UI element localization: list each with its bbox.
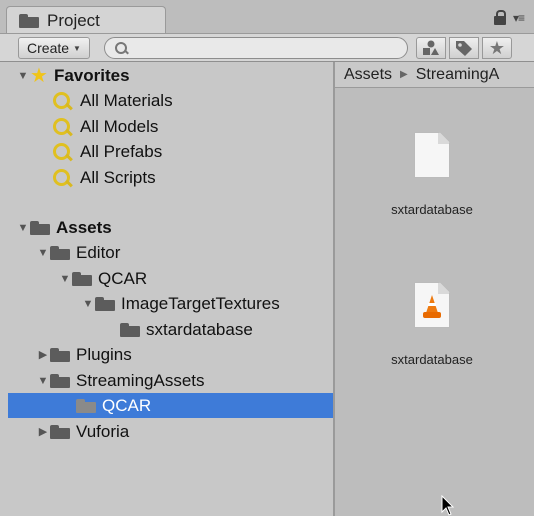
tree-item-label: Editor	[76, 242, 121, 262]
search-input[interactable]	[134, 40, 394, 56]
asset-item[interactable]: sxtardatabase	[352, 132, 512, 217]
search-by-type-button[interactable]	[416, 37, 446, 59]
project-toolbar: Create ▼ ★	[0, 33, 534, 62]
folder-icon	[50, 347, 70, 362]
file-icon	[414, 132, 450, 178]
search-icon	[115, 41, 128, 55]
create-label: Create	[27, 40, 70, 56]
vlc-cone-icon	[414, 282, 450, 328]
tab-project[interactable]: Project	[6, 6, 166, 34]
mouse-cursor-icon	[441, 495, 455, 516]
tree-item-label: All Scripts	[80, 167, 156, 187]
expand-arrow-icon[interactable]: ▼	[16, 70, 30, 82]
search-box[interactable]	[104, 37, 408, 59]
search-by-label-button[interactable]	[449, 37, 479, 59]
asset-item[interactable]: sxtardatabase	[352, 282, 512, 367]
tree-item-all-models[interactable]: All Models	[0, 114, 333, 139]
tree-item-plugins[interactable]: ▶ Plugins	[0, 342, 333, 367]
search-filter-icon	[52, 168, 72, 188]
favorites-label: Favorites	[53, 65, 130, 85]
favorites-toggle-button[interactable]: ★	[482, 37, 512, 59]
tab-controls: ▾≡	[493, 10, 525, 26]
tree-item-all-materials[interactable]: All Materials	[0, 88, 333, 113]
expand-arrow-icon[interactable]: ▼	[81, 298, 95, 310]
tab-strip: Project ▾≡	[0, 0, 534, 34]
breadcrumb-separator-icon: ▶	[400, 69, 408, 80]
tree-item-favorites[interactable]: ▼ ★ Favorites	[0, 63, 333, 88]
expand-arrow-icon[interactable]: ▼	[36, 247, 50, 259]
expand-arrow-icon[interactable]: ▼	[36, 375, 50, 387]
tree-item-imagetargettextures[interactable]: ▼ ImageTargetTextures	[0, 291, 333, 316]
tree-item-label: sxtardatabase	[146, 319, 253, 339]
folder-icon	[50, 424, 70, 439]
tree-item-label: Plugins	[76, 344, 132, 364]
folder-icon	[76, 398, 96, 413]
tree-item-label: All Models	[80, 116, 159, 136]
expand-arrow-icon[interactable]: ▶	[36, 425, 50, 438]
folder-icon	[120, 322, 140, 337]
search-filter-icon	[52, 117, 72, 137]
context-menu-icon[interactable]: ▾≡	[513, 11, 525, 25]
shapes-icon	[423, 40, 439, 55]
favorites-star-icon: ★	[30, 64, 48, 87]
asset-label: sxtardatabase	[391, 352, 473, 367]
folder-icon	[30, 220, 50, 235]
search-filter-icon	[52, 142, 72, 162]
tree-item-label: QCAR	[98, 268, 148, 288]
tab-title: Project	[47, 10, 100, 30]
tree-item-label: All Materials	[80, 90, 173, 110]
tree-item-label: QCAR	[102, 395, 152, 415]
create-button[interactable]: Create ▼	[18, 37, 90, 59]
tree-item-sxtardatabase[interactable]: sxtardatabase	[0, 317, 333, 342]
folder-icon	[50, 373, 70, 388]
tree-item-label: All Prefabs	[80, 141, 163, 161]
expand-arrow-icon[interactable]: ▶	[36, 348, 50, 361]
breadcrumb-item[interactable]: Assets	[344, 66, 392, 84]
tree-item-all-prefabs[interactable]: All Prefabs	[0, 139, 333, 164]
tag-icon	[456, 41, 472, 56]
folder-icon	[50, 245, 70, 260]
tree-item-label: Vuforia	[76, 421, 130, 441]
breadcrumb-item[interactable]: StreamingA	[416, 66, 500, 84]
star-icon: ★	[488, 38, 506, 58]
folder-tree-panel: ▼ ★ Favorites All Materials All Models A…	[0, 62, 333, 516]
chevron-down-icon: ▼	[73, 43, 81, 53]
tree-item-all-scripts[interactable]: All Scripts	[0, 165, 333, 190]
tree-item-editor[interactable]: ▼ Editor	[0, 240, 333, 265]
tree-item-vuforia[interactable]: ▶ Vuforia	[0, 419, 333, 444]
breadcrumb: Assets ▶ StreamingA	[335, 62, 534, 88]
tree-item-label: StreamingAssets	[76, 370, 205, 390]
folder-icon	[19, 13, 39, 28]
tree-item-streamingassets[interactable]: ▼ StreamingAssets	[0, 368, 333, 393]
expand-arrow-icon[interactable]: ▼	[58, 273, 72, 285]
tree-item-qcar-editor[interactable]: ▼ QCAR	[0, 266, 333, 291]
asset-label: sxtardatabase	[391, 202, 473, 217]
search-filter-icon	[52, 91, 72, 111]
lock-icon[interactable]	[493, 10, 507, 26]
expand-arrow-icon[interactable]: ▼	[16, 222, 30, 234]
folder-icon	[72, 271, 92, 286]
tree-item-assets[interactable]: ▼ Assets	[0, 215, 333, 240]
folder-icon	[95, 296, 115, 311]
assets-label: Assets	[56, 217, 112, 237]
assets-panel: Assets ▶ StreamingA sxtardatabase sxtard…	[335, 62, 534, 516]
tree-item-label: ImageTargetTextures	[121, 293, 280, 313]
tree-item-qcar-streaming[interactable]: QCAR	[8, 393, 333, 418]
